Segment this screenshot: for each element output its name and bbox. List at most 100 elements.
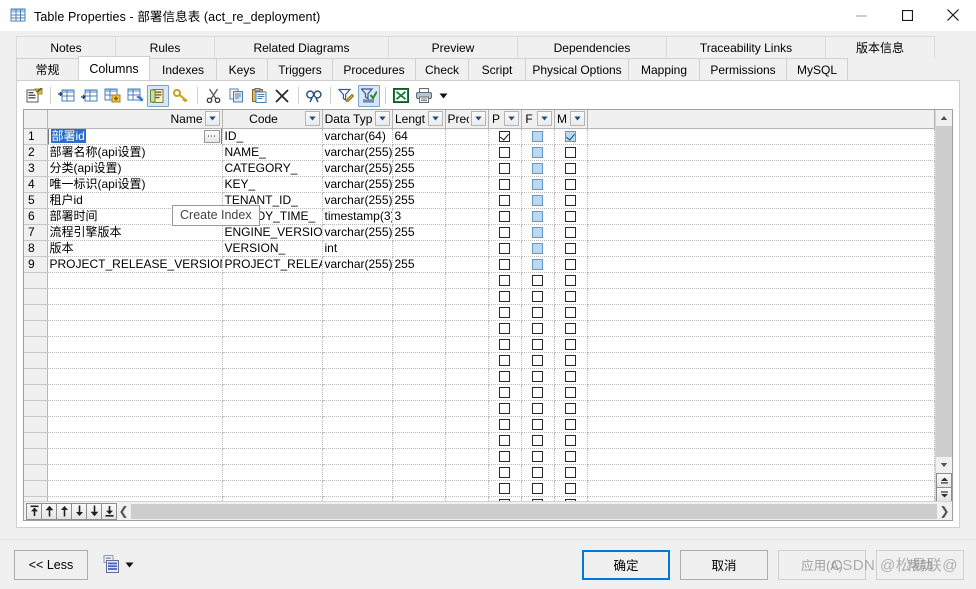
cell-datatype[interactable]: timestamp(3) [322,208,393,225]
cell-empty[interactable] [47,464,223,481]
checkbox[interactable] [532,402,543,414]
maximize-icon[interactable] [884,0,930,31]
table-row-empty[interactable] [24,432,935,449]
cell-length[interactable]: 255 [392,176,446,193]
checkbox[interactable] [499,498,510,501]
cell-length[interactable]: 3 [392,208,446,225]
cell-name[interactable]: 部署id ⋯ [47,128,223,145]
checkbox[interactable] [565,418,576,430]
checkbox[interactable] [499,258,510,270]
cell-foreign-checkbox[interactable] [521,336,555,353]
table-row[interactable]: 7 流程引擎版本 ENGINE_VERSIO varchar(255) 255 [24,224,935,241]
cell-empty[interactable] [392,416,446,433]
cell-empty[interactable] [445,400,489,417]
row-number[interactable] [24,304,48,321]
key-icon[interactable] [170,85,192,107]
cell-empty[interactable] [445,464,489,481]
tab-preview[interactable]: Preview [388,36,518,58]
table-row[interactable]: 6 部署时间 DEPLOY_TIME_ timestamp(3) 3 [24,208,935,225]
cell-empty[interactable] [47,304,223,321]
cell-primary-checkbox[interactable] [488,160,522,177]
cell-primary-checkbox[interactable] [488,400,522,417]
cell-empty[interactable] [322,432,393,449]
column-header-f[interactable]: F [521,110,555,129]
checkbox[interactable] [532,210,543,222]
cell-empty[interactable] [322,352,393,369]
table-row-empty[interactable] [24,288,935,305]
row-number[interactable]: 4 [24,176,48,193]
cell-foreign-checkbox[interactable] [521,176,555,193]
row-number[interactable] [24,288,48,305]
row-number[interactable] [24,400,48,417]
cell-foreign-checkbox[interactable] [521,160,555,177]
tab-columns[interactable]: Columns [78,56,150,80]
row-number[interactable]: 5 [24,192,48,209]
cell-primary-checkbox[interactable] [488,208,522,225]
cell-empty[interactable] [445,320,489,337]
cell-foreign-checkbox[interactable] [521,464,555,481]
table-row-empty[interactable] [24,464,935,481]
vertical-scrollbar[interactable] [935,110,952,502]
table-row-empty[interactable] [24,320,935,337]
column-filter-dropdown-name[interactable] [204,111,220,127]
customize-filter-icon[interactable] [335,85,357,107]
checkbox[interactable] [532,162,543,174]
checkbox[interactable] [532,354,543,366]
checkbox[interactable] [532,418,543,430]
cell-empty[interactable] [222,320,323,337]
cell-precision[interactable] [445,160,489,177]
cell-length[interactable] [392,240,446,257]
scroll-thumb[interactable] [936,126,952,457]
insert-row-after-icon[interactable] [78,85,100,107]
cell-precision[interactable] [445,208,489,225]
checkbox[interactable] [532,450,543,462]
cell-empty[interactable] [322,304,393,321]
cell-primary-checkbox[interactable] [488,192,522,209]
column-filter-dropdown-f[interactable] [536,111,552,127]
column-filter-dropdown-m[interactable] [569,111,585,127]
cell-foreign-checkbox[interactable] [521,432,555,449]
cell-code[interactable]: KEY_ [222,176,323,193]
cell-code[interactable]: ENGINE_VERSIO [222,224,323,241]
cell-mandatory-checkbox[interactable] [554,144,588,161]
checkbox[interactable] [499,306,510,318]
row-number[interactable] [24,448,48,465]
checkbox[interactable] [499,370,510,382]
cancel-button[interactable]: 取消 [680,549,768,580]
checkbox[interactable] [499,354,510,366]
row-number[interactable] [24,352,48,369]
cell-primary-checkbox[interactable] [488,368,522,385]
row-number[interactable]: 2 [24,144,48,161]
cell-empty[interactable] [322,336,393,353]
cut-icon[interactable] [202,85,224,107]
insert-row-icon[interactable] [55,85,77,107]
cell-mandatory-checkbox[interactable] [554,416,588,433]
cell-primary-checkbox[interactable] [488,304,522,321]
table-row[interactable]: 8 版本 VERSION_ int [24,240,935,257]
name-edit-input[interactable]: 部署id ⋯ [47,128,221,143]
tab-notes[interactable]: Notes [16,36,116,58]
cell-primary-checkbox[interactable] [488,416,522,433]
cell-datatype[interactable]: varchar(255) [322,224,393,241]
cell-empty[interactable] [445,304,489,321]
checkbox[interactable] [565,466,576,478]
cell-precision[interactable] [445,176,489,193]
cell-empty[interactable] [392,400,446,417]
checkbox[interactable] [532,290,543,302]
cell-empty[interactable] [47,400,223,417]
checkbox[interactable] [532,130,543,142]
checkbox[interactable] [499,162,510,174]
cell-empty[interactable] [47,368,223,385]
cell-mandatory-checkbox[interactable] [554,240,588,257]
name-edit-ellipsis-button[interactable]: ⋯ [203,129,220,143]
row-number[interactable] [24,368,48,385]
cell-length[interactable]: 255 [392,256,446,273]
cell-name[interactable]: 版本 [47,240,223,257]
cell-foreign-checkbox[interactable] [521,192,555,209]
table-body[interactable]: 1 部署id ⋯ ID_ varchar(64) 64 2 部署名称(api设置) NAME_ v… [24,128,935,501]
cell-empty[interactable] [392,480,446,497]
checkbox[interactable] [565,370,576,382]
report-icon[interactable] [100,553,122,577]
cell-code[interactable]: PROJECT_RELEA [222,256,323,273]
cell-empty[interactable] [392,288,446,305]
